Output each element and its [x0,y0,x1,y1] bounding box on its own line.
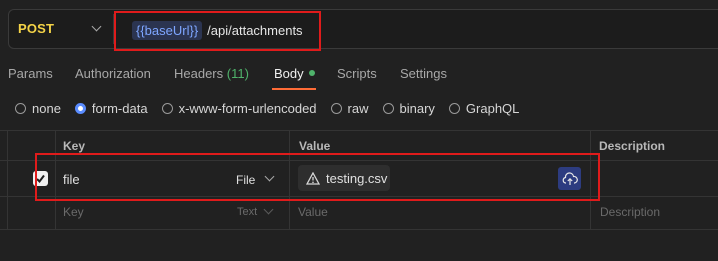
body-indicator-dot [308,70,315,76]
value-placeholder[interactable]: Value [298,205,328,219]
radio-form-data[interactable]: form-data [74,101,148,116]
type-placeholder[interactable]: Text [237,206,257,218]
radio-label: form-data [91,101,148,116]
tab-label: Headers [174,66,224,81]
radio-label: none [32,101,61,116]
table-border [0,229,718,230]
tab-params[interactable]: Params [8,66,53,81]
tab-label: Scripts [337,66,377,81]
radio-raw[interactable]: raw [330,101,369,116]
radio-selected-icon [74,103,86,114]
tab-headers[interactable]: Headers (11) [174,66,249,81]
tab-label: Authorization [75,66,151,81]
radio-icon [382,103,394,114]
method-selector[interactable]: POST [18,21,54,36]
radio-icon [161,103,173,114]
radio-icon [15,103,26,114]
radio-graphql[interactable]: GraphQL [448,101,520,116]
annotation-box-row [35,153,600,201]
column-header-key: Key [63,139,86,153]
headers-count: (11) [226,66,249,81]
chevron-down-icon[interactable] [263,204,274,215]
radio-icon [330,103,342,114]
radio-binary[interactable]: binary [382,101,435,116]
radio-label: GraphQL [465,101,520,116]
key-placeholder[interactable]: Key [63,205,84,219]
tab-authorization[interactable]: Authorization [75,66,151,81]
column-header-value: Value [299,139,331,153]
tab-body[interactable]: Body [274,66,315,81]
radio-x-www-form-urlencoded[interactable]: x-www-form-urlencoded [161,101,317,116]
tab-label: Params [8,66,53,81]
tab-label: Body [274,66,304,81]
active-tab-indicator [272,88,316,90]
column-header-description: Description [599,139,666,153]
radio-none[interactable]: none [15,101,61,116]
radio-label: binary [399,101,435,116]
radio-label: x-www-form-urlencoded [178,101,317,116]
table-border [0,130,718,131]
annotation-box-url [114,11,321,51]
description-placeholder[interactable]: Description [600,205,660,219]
table-divider [7,130,8,230]
tab-label: Settings [400,66,447,81]
radio-icon [448,103,460,114]
tab-scripts[interactable]: Scripts [337,66,377,81]
radio-label: raw [347,101,369,116]
tab-settings[interactable]: Settings [400,66,447,81]
body-type-radio-group: none form-data x-www-form-urlencoded raw… [15,101,533,116]
